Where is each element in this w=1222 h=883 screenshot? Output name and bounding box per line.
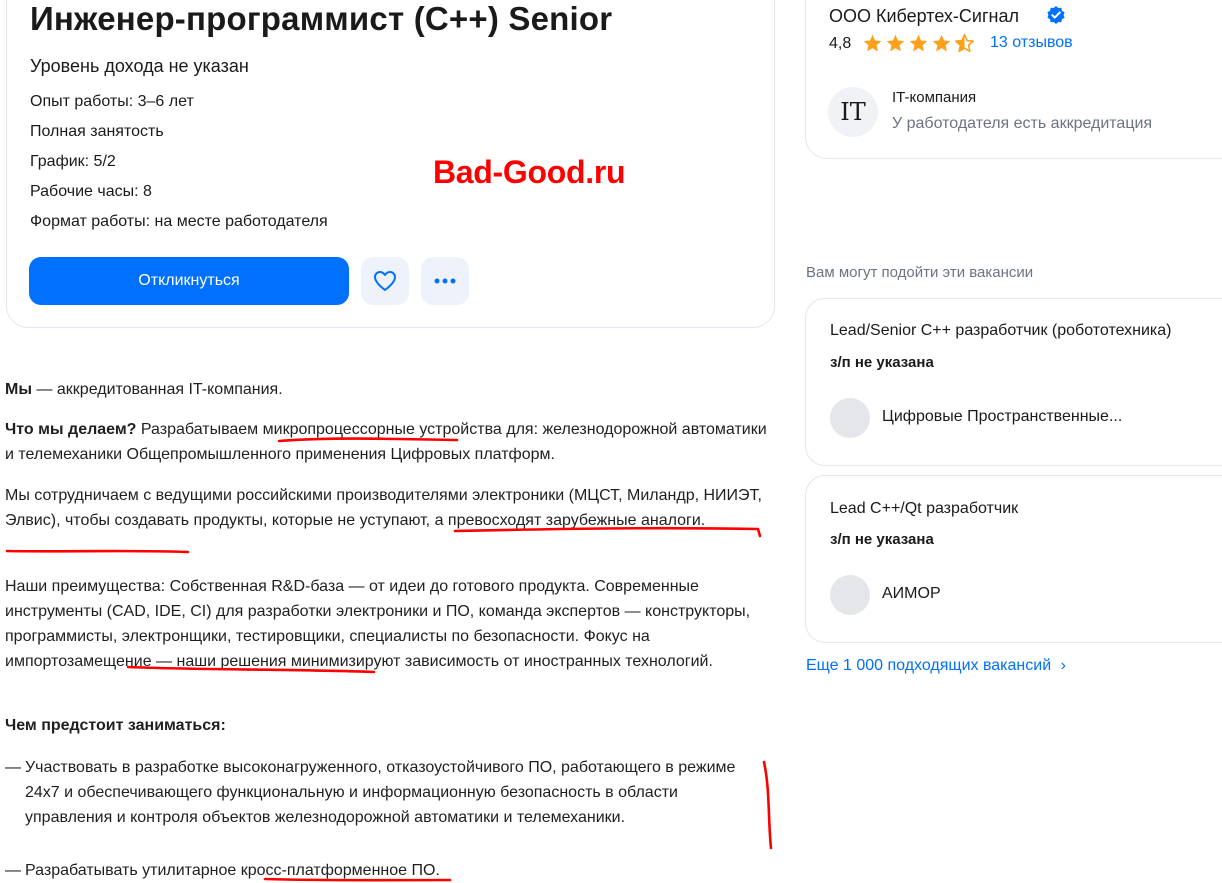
recommended-vacancy-salary: з/п не указана [830, 354, 934, 371]
rating-stars [862, 33, 975, 54]
recommended-vacancy-card[interactable]: Lead C++/Qt разработчик з/п не указана А… [805, 475, 1222, 643]
detail-employment: Полная занятость [30, 123, 164, 140]
detail-hours: Рабочие часы: 8 [30, 183, 152, 200]
star-icon [886, 34, 905, 52]
duty-item: — Участвовать в разработке высоконагруже… [5, 755, 775, 855]
duty-text: Разрабатывать утилитарное кросс-платформ… [25, 862, 440, 879]
more-dots-icon [434, 278, 456, 284]
list-dash: — [5, 759, 21, 776]
star-half-icon [954, 33, 975, 53]
recommended-vacancy-card[interactable]: Lead/Senior C++ разработчик (робототехни… [805, 298, 1222, 466]
recommended-vacancy-salary: з/п не указана [830, 531, 934, 548]
chevron-right-icon: › [1060, 657, 1066, 674]
more-options-button[interactable] [421, 257, 469, 305]
detail-schedule: График: 5/2 [30, 153, 116, 170]
intro-text: — аккредитованная IT-компания. [32, 381, 283, 398]
description-intro: Мы — аккредитованная IT-компания. [5, 377, 775, 402]
what-we-do-bold: Что мы делаем? [5, 421, 137, 438]
company-rating: 4,8 [829, 35, 852, 52]
apply-button[interactable]: Откликнуться [29, 257, 349, 305]
recommended-vacancy-company[interactable]: АИМОР [882, 585, 941, 603]
star-icon [909, 34, 928, 52]
verified-icon [1046, 5, 1066, 30]
duty-item: — Разрабатывать утилитарное кросс-платфо… [5, 858, 775, 883]
company-logo-placeholder [830, 575, 870, 615]
company-name[interactable]: ООО Кибертех-Сигнал [829, 5, 1019, 27]
description-what-we-do: Что мы делаем? Разрабатываем микропроцес… [5, 417, 775, 467]
it-company-logo: IT [828, 87, 878, 137]
reviews-link[interactable]: 13 отзывов [990, 34, 1073, 52]
description-advantages: Наши преимущества: Собственная R&D-база … [5, 578, 751, 670]
underline-foreign-analogs [5, 549, 190, 554]
intro-bold: Мы [5, 381, 32, 398]
vacancy-title: Инженер-программист (C++) Senior [30, 0, 613, 37]
recommendations-heading: Вам могут подойти эти вакансии [806, 264, 1034, 281]
list-dash: — [5, 862, 21, 879]
detail-experience: Опыт работы: 3–6 лет [30, 93, 194, 110]
company-type: IT-компания [892, 89, 977, 106]
duties-heading: Чем предстоит заниматься: [5, 717, 226, 734]
watermark: Bad-Good.ru [433, 154, 626, 190]
star-icon [863, 34, 882, 52]
description-partners: Мы сотрудничаем с ведущими российскими п… [5, 487, 762, 529]
recommended-vacancy-title[interactable]: Lead/Senior C++ разработчик (робототехни… [830, 322, 1172, 340]
favorite-button[interactable] [361, 257, 409, 305]
star-icon [932, 34, 951, 52]
accreditation-text: У работодателя есть аккредитация [892, 115, 1153, 132]
detail-work-format: Формат работы: на месте работодателя [30, 213, 328, 230]
more-vacancies-link[interactable]: Еще 1 000 подходящих вакансий › [806, 657, 1066, 675]
more-vacancies-label: Еще 1 000 подходящих вакансий [806, 657, 1052, 674]
recommended-vacancy-company[interactable]: Цифровые Пространственные... [882, 408, 1122, 426]
duty-text: Участвовать в разработке высоконагруженн… [25, 759, 736, 826]
recommended-vacancy-title[interactable]: Lead C++/Qt разработчик [830, 500, 1018, 518]
heart-icon [374, 271, 396, 291]
vacancy-salary: Уровень дохода не указан [30, 56, 249, 76]
company-logo-placeholder [830, 398, 870, 438]
